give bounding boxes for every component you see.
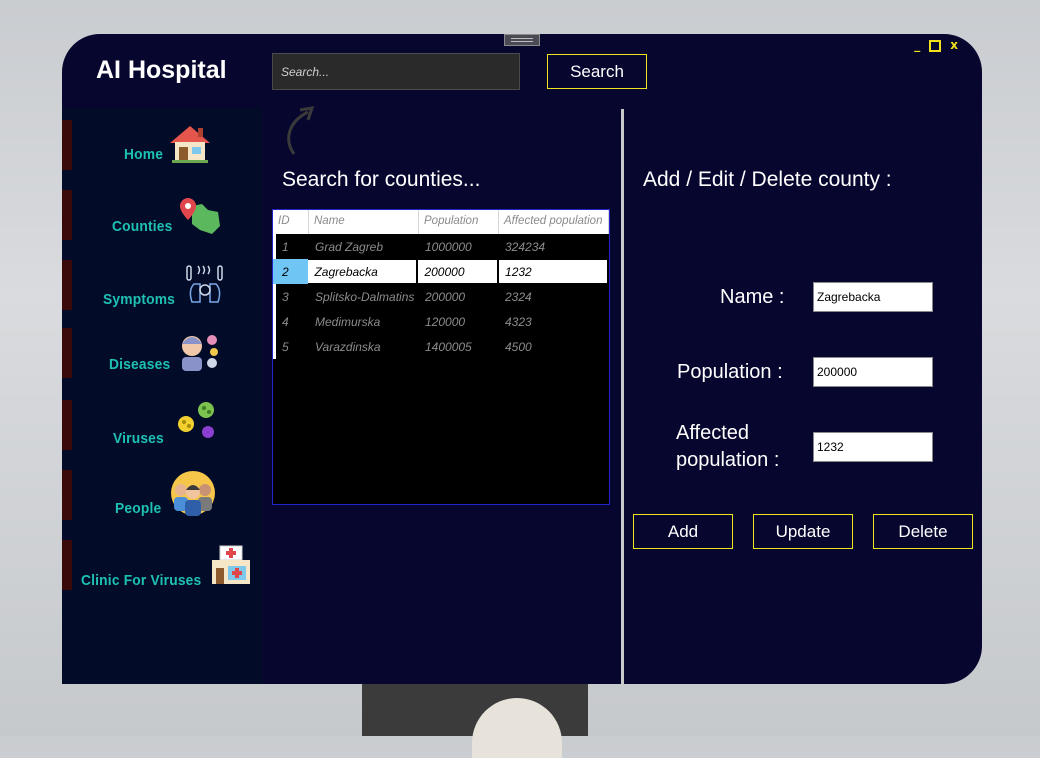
app-title: AI Hospital — [96, 56, 227, 84]
table-row[interactable]: 4 Medimurska 120000 4323 — [273, 309, 609, 334]
panel-divider — [621, 109, 624, 684]
sidebar-item-diseases[interactable]: Diseases — [62, 328, 262, 378]
cell-name: Varazdinska — [315, 340, 381, 354]
sidebar-item-home[interactable]: Home — [62, 120, 262, 170]
cell-affected: 4500 — [505, 340, 532, 354]
nav-marker — [62, 260, 72, 310]
sidebar-item-people[interactable]: People — [62, 470, 262, 520]
cell-id: 3 — [273, 284, 309, 309]
house-icon — [170, 126, 210, 163]
search-input[interactable] — [272, 53, 520, 90]
sidebar-item-label: Viruses — [113, 430, 164, 447]
nav-marker — [62, 328, 72, 378]
map-pin-icon — [180, 198, 220, 234]
nav-marker — [62, 120, 72, 170]
maximize-button[interactable] — [929, 40, 942, 52]
nav-marker — [62, 540, 72, 590]
sidebar-item-label: Counties — [112, 218, 173, 235]
name-field[interactable] — [813, 282, 933, 312]
cell-name: Medimurska — [315, 315, 381, 329]
cell-population: 200000 — [425, 290, 466, 304]
table-header: ID Name Population Affected population — [273, 210, 609, 234]
app-window: _ x AI Hospital Search Home Counties — [62, 34, 982, 684]
sidebar: Home Counties Symptoms Diseases Viruses … — [62, 108, 262, 684]
cell-name: Grad Zagreb — [315, 240, 384, 254]
cell-id: 2 — [273, 259, 309, 284]
affected-population-field[interactable] — [813, 432, 933, 462]
cell-affected: 1232 — [499, 260, 607, 283]
column-header-affected-population[interactable]: Affected population — [499, 210, 609, 234]
cell-affected: 2324 — [505, 290, 532, 304]
sidebar-item-label: Diseases — [109, 356, 171, 373]
nav-marker — [62, 400, 72, 450]
counties-table[interactable]: ID Name Population Affected population 1… — [272, 209, 610, 505]
sick-person-icon — [182, 335, 218, 371]
sidebar-item-viruses[interactable]: Viruses — [62, 400, 262, 450]
cell-affected: 4323 — [505, 315, 532, 329]
update-button[interactable]: Update — [753, 514, 853, 549]
cell-population: 120000 — [425, 315, 466, 329]
right-panel-heading: Add / Edit / Delete county : — [643, 168, 892, 191]
cell-name: Splitsko-Dalmatins — [315, 290, 415, 304]
sidebar-item-clinic-for-viruses[interactable]: Clinic For Viruses — [62, 540, 262, 590]
cell-id: 5 — [273, 334, 309, 359]
column-header-population[interactable]: Population — [419, 210, 499, 234]
sidebar-item-counties[interactable]: Counties — [62, 190, 262, 240]
add-button[interactable]: Add — [633, 514, 733, 549]
cell-population: 1400005 — [425, 340, 472, 354]
sidebar-item-symptoms[interactable]: Symptoms — [62, 260, 262, 310]
affected-population-label: Affected population : — [676, 420, 779, 474]
close-button[interactable]: x — [950, 38, 958, 52]
cell-id: 4 — [273, 309, 309, 334]
minimize-button[interactable]: _ — [914, 38, 920, 52]
left-panel-heading: Search for counties... — [282, 168, 481, 191]
drag-handle[interactable] — [504, 34, 540, 46]
affected-label-line2: population : — [676, 449, 780, 471]
table-row[interactable]: 3 Splitsko-Dalmatins 200000 2324 — [273, 284, 609, 309]
name-label: Name : — [720, 286, 785, 308]
sidebar-item-label: People — [115, 500, 162, 517]
background-stand-hole — [472, 698, 562, 758]
population-field[interactable] — [813, 357, 933, 387]
symptoms-icon — [186, 265, 223, 303]
background-monitor-stand — [362, 684, 588, 758]
sidebar-item-label: Symptoms — [103, 291, 176, 308]
delete-button[interactable]: Delete — [873, 514, 973, 549]
population-label: Population : — [677, 361, 783, 383]
virus-icon — [178, 402, 214, 438]
column-header-name[interactable]: Name — [309, 210, 419, 234]
clinic-icon — [212, 545, 250, 584]
people-group-icon — [171, 471, 215, 516]
window-controls: _ x — [914, 38, 958, 52]
cell-name: Zagrebacka — [308, 260, 417, 283]
sidebar-item-label: Clinic For Viruses — [81, 572, 202, 589]
table-row-selected[interactable]: 2 Zagrebacka 200000 1232 — [273, 259, 609, 284]
affected-label-line1: Affected — [676, 422, 750, 444]
search-button[interactable]: Search — [547, 54, 647, 89]
cell-id: 1 — [273, 234, 309, 259]
nav-marker — [62, 190, 72, 240]
cell-affected: 324234 — [505, 240, 546, 254]
sidebar-item-label: Home — [124, 146, 164, 163]
table-row[interactable]: 5 Varazdinska 1400005 4500 — [273, 334, 609, 359]
cell-population: 1000000 — [425, 240, 472, 254]
table-row[interactable]: 1 Grad Zagreb 1000000 324234 — [273, 234, 609, 259]
nav-marker — [62, 470, 72, 520]
column-header-id[interactable]: ID — [273, 210, 309, 234]
cell-population: 200000 — [418, 260, 498, 283]
back-arrow-icon[interactable] — [280, 106, 316, 158]
